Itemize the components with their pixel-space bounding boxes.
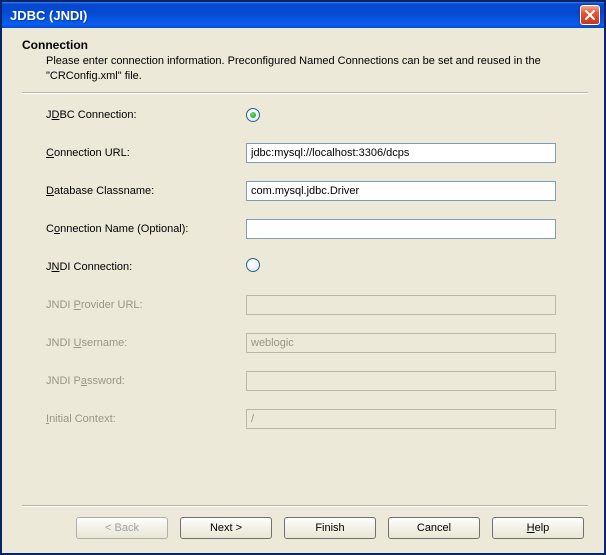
section-title: Connection (22, 38, 588, 52)
row-jndi-provider-url: JNDI Provider URL: (46, 294, 582, 316)
input-jndi-username (246, 333, 556, 353)
section-description: Please enter connection information. Pre… (46, 54, 588, 84)
window-title: JDBC (JNDI) (10, 8, 87, 23)
back-button: < Back (76, 517, 168, 539)
input-initial-context (246, 409, 556, 429)
input-jndi-provider-url (246, 295, 556, 315)
row-connection-name: Connection Name (Optional): (46, 218, 582, 240)
input-jndi-password (246, 371, 556, 391)
label-initial-context: Initial Context: (46, 413, 246, 425)
label-database-classname: Database Classname: (46, 185, 246, 197)
row-jndi-username: JNDI Username: (46, 332, 582, 354)
label-jndi-connection: JNDI Connection: (46, 261, 246, 273)
row-initial-context: Initial Context: (46, 408, 582, 430)
finish-button[interactable]: Finish (284, 517, 376, 539)
row-jdbc-connection: JDBC Connection: (46, 104, 582, 126)
button-bar: < Back Next > Finish Cancel Help (22, 517, 588, 545)
dialog-window: JDBC (JNDI) Connection Please enter conn… (0, 0, 606, 555)
row-connection-url: Connection URL: (46, 142, 582, 164)
close-button[interactable] (580, 5, 600, 25)
input-database-classname[interactable] (246, 181, 556, 201)
next-button[interactable]: Next > (180, 517, 272, 539)
input-connection-name[interactable] (246, 219, 556, 239)
label-connection-url: Connection URL: (46, 147, 246, 159)
radio-jndi-connection[interactable] (246, 258, 260, 272)
cancel-button[interactable]: Cancel (388, 517, 480, 539)
row-jndi-password: JNDI Password: (46, 370, 582, 392)
row-jndi-connection: JNDI Connection: (46, 256, 582, 278)
label-jndi-password: JNDI Password: (46, 375, 246, 387)
label-jndi-provider-url: JNDI Provider URL: (46, 299, 246, 311)
label-jdbc-connection: JDBC Connection: (46, 109, 246, 121)
button-divider (22, 505, 588, 507)
help-button[interactable]: Help (492, 517, 584, 539)
divider (22, 92, 588, 94)
label-jndi-username: JNDI Username: (46, 337, 246, 349)
form: JDBC Connection: Connection URL: Databas… (46, 104, 582, 446)
close-icon (585, 10, 595, 20)
label-connection-name: Connection Name (Optional): (46, 223, 246, 235)
radio-jdbc-connection[interactable] (246, 108, 260, 122)
content-area: Connection Please enter connection infor… (2, 28, 604, 553)
titlebar: JDBC (JNDI) (2, 2, 604, 28)
row-database-classname: Database Classname: (46, 180, 582, 202)
input-connection-url[interactable] (246, 143, 556, 163)
